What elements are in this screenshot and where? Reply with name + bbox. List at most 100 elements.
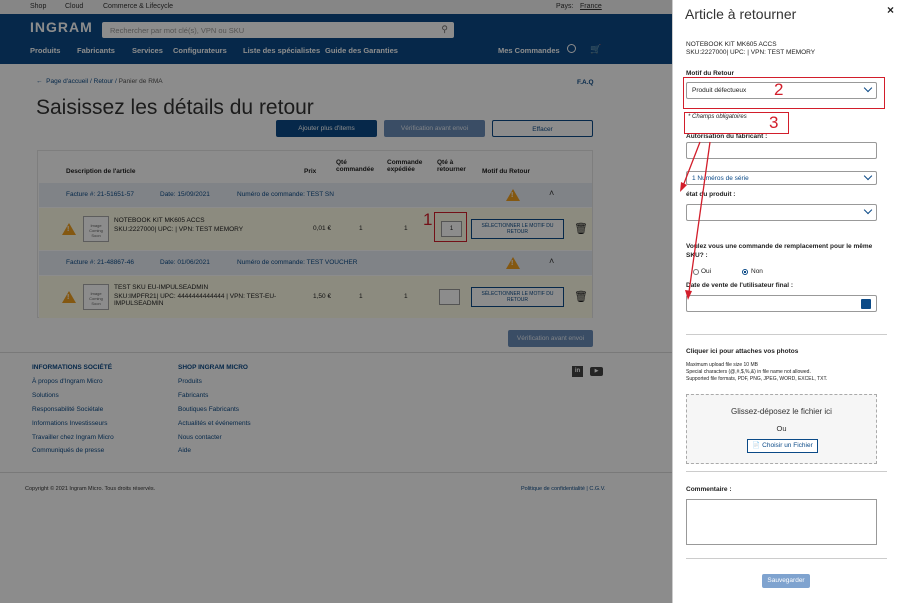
menu-produits[interactable]: Produits [30,46,60,55]
copyright: Copyright © 2021 Ingram Micro. Tous droi… [25,486,156,492]
user-icon[interactable] [567,44,576,53]
product-price: 1,50 € [313,293,332,300]
header-desc: Description de l'article [66,168,136,175]
warning-icon: ! [62,291,76,303]
header-prix: Prix [304,168,317,175]
order-group: Facture #: 21-51651-57 Date: 15/09/2021 … [39,183,592,207]
cart-icon[interactable]: 🛒 [590,44,601,55]
comment-textarea[interactable] [686,499,877,545]
qty-shipped: 1 [404,225,408,232]
qty-shipped: 1 [404,293,408,300]
drop-text: Glissez-déposez le fichier ici [731,407,832,416]
footer-link[interactable]: Solutions [32,392,59,399]
search-input[interactable]: Rechercher par mot clé(s), VPN ou SKU ⚲ [102,22,454,38]
collapse-chevron-icon[interactable]: ˄ [549,188,554,198]
order-date: Date: 15/09/2021 [160,191,210,198]
footer-link[interactable]: Produits [178,378,202,385]
annotation-arrow [688,141,711,293]
footer-link[interactable]: Responsabilité Sociétale [32,406,103,413]
footer-link[interactable]: Travailler chez Ingram Micro [32,434,114,441]
footer-link[interactable]: Nous contacter [178,434,222,441]
attach-info: Special characters (@,#,$,%,&) in file n… [686,369,811,375]
attach-info: Maximum upload file size 10 MB [686,362,758,368]
file-dropzone[interactable]: Glissez-déposez le fichier ici Ou 📄 Choi… [686,394,877,464]
table-row: ! Image Coming Soon TEST SKU EU-IMPULSEA… [39,276,592,318]
attach-title[interactable]: Cliquer ici pour attaches vos photos [686,348,798,355]
footer-link[interactable]: Aide [178,447,191,454]
collapse-chevron-icon[interactable]: ˄ [549,256,554,266]
order-number: Numéro de commande: TEST SN [237,191,334,198]
annotation-arrowhead [680,182,687,192]
breadcrumb-panier: Panier de RMA [118,78,163,85]
product-name: TEST SKU EU-IMPULSEADMIN [114,284,209,291]
breadcrumb-home[interactable]: Page d'accueil [46,78,88,85]
annotation-arrowhead [685,290,692,300]
search-placeholder: Rechercher par mot clé(s), VPN ou SKU [110,26,245,35]
panel-product-name: NOTEBOOK KIT MK605 ACCS [686,41,777,48]
annotation-number-2: 2 [774,80,784,99]
linkedin-icon[interactable]: in [572,366,583,377]
rma-table: Description de l'article Prix Qté comman… [37,150,593,318]
link-shop[interactable]: Shop [30,3,46,10]
legal-links[interactable]: Politique de confidentialité | C.G.V. [521,486,605,492]
trash-icon[interactable]: 🗑 [574,222,588,235]
menu-mes-commandes[interactable]: Mes Commandes [498,46,560,55]
header-qte-commandee: Qté commandée [336,159,374,173]
footer-divider [0,472,672,473]
panel-title: Article à retourner [685,6,797,22]
faq-link[interactable]: F.A.Q [577,79,594,86]
footer-link[interactable]: Communiqués de presse [32,447,104,454]
search-icon[interactable]: ⚲ [441,24,448,35]
select-motif-button[interactable]: SÉLECTIONNER LE MOTIF DU RETOUR [471,287,564,307]
verify-bottom-button[interactable]: Vérification avant envoi [508,330,593,347]
facture-number: Facture #: 21-51651-57 [66,191,134,198]
footer-link[interactable]: Boutiques Fabricants [178,406,239,413]
order-date: Date: 01/06/2021 [160,259,210,266]
clear-button[interactable]: Effacer [492,120,593,137]
link-commerce[interactable]: Commerce & Lifecycle [103,3,173,10]
calendar-icon[interactable] [861,299,871,309]
menu-configurateurs[interactable]: Configurateurs [173,46,227,55]
panel-divider [686,558,887,559]
youtube-icon[interactable]: ▶ [590,367,603,376]
header-motif: Motif du Retour [482,168,531,175]
order-group: Facture #: 21-48867-46 Date: 01/06/2021 … [39,251,592,275]
verify-button[interactable]: Vérification avant envoi [384,120,485,137]
footer-link[interactable]: Informations Investisseurs [32,420,108,427]
back-arrow-icon[interactable]: ← [36,78,46,85]
radio-non[interactable] [742,269,748,275]
annotation-box-1 [434,212,467,242]
facture-number: Facture #: 21-48867-46 [66,259,134,266]
breadcrumb: ← Page d'accueil / Retour / Panier de RM… [36,78,163,85]
qty-return-input[interactable] [439,289,460,305]
radio-non-label: Non [751,268,763,275]
menu-services[interactable]: Services [132,46,163,55]
select-motif-button[interactable]: SÉLECTIONNER LE MOTIF DU RETOUR [471,219,564,239]
link-cloud[interactable]: Cloud [65,3,83,10]
ingram-logo[interactable]: INGRAM [30,19,93,35]
add-items-button[interactable]: Ajouter plus d'items [276,120,377,137]
menu-specialistes[interactable]: Liste des spécialistes [243,46,320,55]
footer-link[interactable]: À propos d'Ingram Micro [32,378,103,385]
close-icon[interactable]: × [887,3,894,17]
footer-link[interactable]: Actualités et événements [178,420,251,427]
menu-garanties[interactable]: Guide des Garanties [325,46,398,55]
footer-link[interactable]: Fabricants [178,392,208,399]
header-qte-retourner: Qté à retourner [437,159,466,173]
annotation-box-2 [683,77,885,109]
save-button[interactable]: Sauvegarder [762,574,810,588]
table-row: ! Image Coming Soon NOTEBOOK KIT MK605 A… [39,208,592,250]
choose-file-button[interactable]: 📄 Choisir un Fichier [747,439,818,453]
warning-icon: ! [62,223,76,235]
pays-selector[interactable]: France [580,3,602,10]
menu-fabricants[interactable]: Fabricants [77,46,115,55]
order-number: Numéro de commande: TEST VOUCHER [237,259,358,266]
choose-file-label: Choisir un Fichier [762,442,813,449]
product-meta: SKU:2227000| UPC: | VPN: TEST MEMORY [114,226,244,233]
footer-col2-title: SHOP INGRAM MICRO [178,364,248,371]
annotation-arrow [682,141,701,187]
product-image-placeholder: Image Coming Soon [83,284,109,310]
trash-icon[interactable]: 🗑 [574,290,588,303]
warning-icon: ! [506,189,520,201]
breadcrumb-retour[interactable]: Retour [94,78,114,85]
